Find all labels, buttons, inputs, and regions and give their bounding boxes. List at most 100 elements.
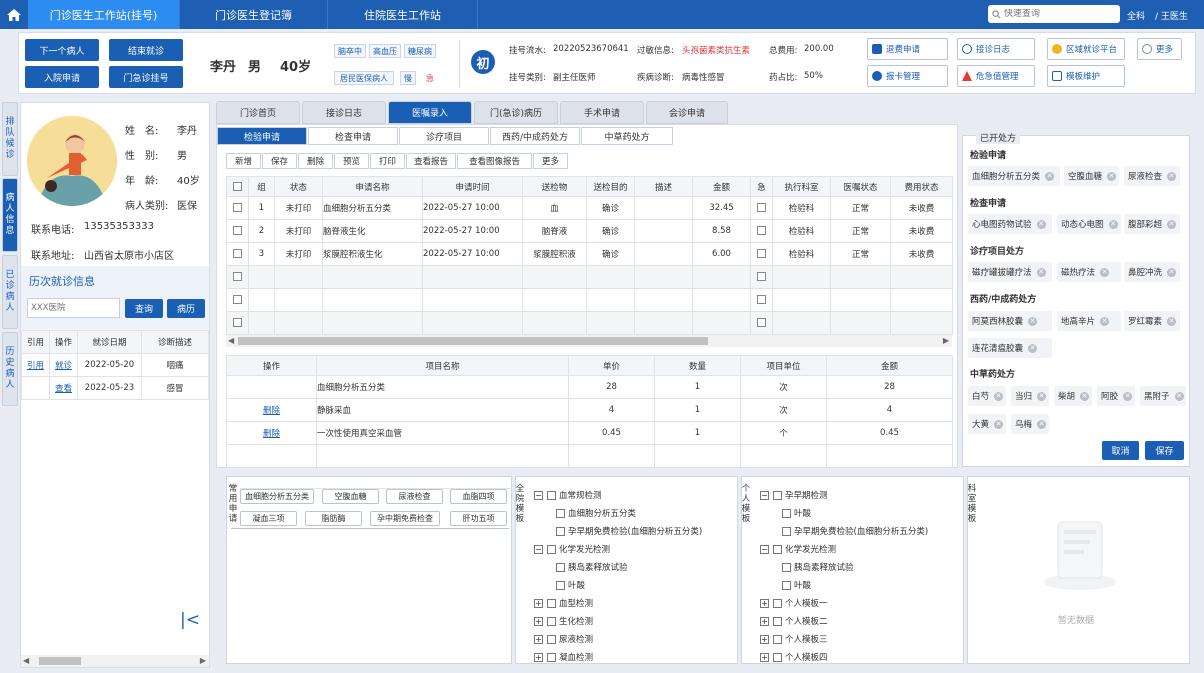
urgent-checkbox[interactable] — [757, 295, 766, 304]
row-checkbox[interactable] — [233, 295, 242, 304]
rx-cancel-button[interactable]: 取消 — [1102, 441, 1139, 460]
sidetab-history-patients[interactable]: 历史病人 — [2, 332, 18, 406]
end-visit-button[interactable]: 结束就诊 — [109, 39, 183, 61]
urgent-checkbox[interactable] — [757, 203, 766, 212]
tree-node[interactable]: − 化学发光检测 — [760, 540, 928, 558]
user-icon[interactable] — [1107, 7, 1119, 24]
order-row[interactable]: 1 未打印 血细胞分析五分类 2022-05-27 10:00 血 确诊 32.… — [226, 196, 953, 220]
remove-icon[interactable]: ✕ — [1100, 267, 1110, 277]
row-checkbox[interactable] — [233, 272, 242, 281]
subtab-herbal-rx[interactable]: 中草药处方 — [581, 127, 673, 145]
tree-node[interactable]: − 孕早期检测 — [760, 486, 928, 504]
tree-node[interactable]: + 血型检测 — [534, 594, 702, 612]
scroll-left-icon[interactable]: ◀ — [228, 336, 234, 345]
tree-checkbox[interactable] — [773, 544, 782, 554]
home-icon[interactable] — [0, 0, 28, 29]
regional-platform-button[interactable]: 区域就诊平台 — [1047, 38, 1125, 60]
common-chip[interactable]: 血细胞分析五分类 — [240, 489, 314, 504]
expand-icon[interactable]: + — [760, 634, 769, 644]
remove-icon[interactable]: ✕ — [1167, 267, 1177, 277]
tree-checkbox[interactable] — [773, 490, 782, 500]
tree-checkbox[interactable] — [547, 490, 556, 500]
tab-outpatient-home[interactable]: 门诊首页 — [216, 101, 300, 124]
common-chip[interactable]: 脂肪酶 — [305, 511, 362, 526]
scroll-left-icon[interactable]: ◀ — [23, 656, 29, 665]
select-all-checkbox[interactable] — [233, 181, 242, 191]
tab-medical-record[interactable]: 门(急诊)病历 — [474, 101, 558, 124]
tree-checkbox[interactable] — [556, 508, 565, 518]
tree-checkbox[interactable] — [773, 652, 782, 662]
tree-checkbox[interactable] — [547, 634, 556, 644]
order-hscrollbar[interactable]: ◀ ▶ — [226, 335, 952, 347]
remove-icon[interactable]: ✕ — [1037, 391, 1047, 401]
rx-chip[interactable]: 磁热疗法 ✕ — [1057, 262, 1121, 282]
common-chip[interactable]: 肝功五项 — [450, 511, 507, 526]
subtab-exam-request[interactable]: 检查申请 — [308, 127, 398, 145]
collapse-icon[interactable]: − — [760, 544, 769, 554]
rx-chip[interactable]: 黑附子 ✕ — [1140, 386, 1186, 406]
rx-chip[interactable]: 尿液检查 ✕ — [1124, 166, 1180, 186]
report-card-button[interactable]: 报卡管理 — [867, 65, 948, 87]
tree-node[interactable]: + 个人模板三 — [760, 630, 928, 648]
remove-icon[interactable]: ✕ — [1174, 391, 1184, 401]
expand-icon[interactable]: + — [760, 652, 769, 662]
tree-node[interactable]: 血细胞分析五分类 — [534, 504, 702, 522]
expand-icon[interactable]: + — [534, 652, 543, 662]
rx-chip[interactable]: 白芍 ✕ — [968, 386, 1006, 406]
urgent-checkbox[interactable] — [757, 318, 766, 327]
add-button[interactable]: 新增 — [226, 153, 261, 169]
common-chip[interactable]: 血脂四项 — [450, 489, 507, 504]
tree-node[interactable]: + 生化检测 — [534, 612, 702, 630]
row-checkbox[interactable] — [233, 226, 242, 235]
tree-node[interactable]: − 血常规检测 — [534, 486, 702, 504]
urgent-checkbox[interactable] — [757, 249, 766, 258]
rx-chip[interactable]: 阿莫西林胶囊 ✕ — [968, 311, 1052, 331]
common-chip[interactable]: 空腹血糖 — [322, 489, 379, 504]
remove-icon[interactable]: ✕ — [1037, 419, 1047, 429]
tree-node[interactable]: 叶酸 — [760, 504, 928, 522]
record-button[interactable]: 病历 — [167, 299, 205, 318]
tree-checkbox[interactable] — [782, 562, 791, 572]
print-button[interactable]: 打印 — [370, 153, 405, 169]
visit-log-button[interactable]: 接诊日志 — [957, 38, 1035, 60]
scroll-right-icon[interactable]: ▶ — [200, 656, 206, 665]
expand-icon[interactable]: + — [534, 616, 543, 626]
common-chip[interactable]: 孕中期免费检查 — [370, 511, 440, 526]
urgent-checkbox[interactable] — [757, 272, 766, 281]
tree-checkbox[interactable] — [773, 634, 782, 644]
remove-icon[interactable]: ✕ — [1108, 219, 1118, 229]
tree-checkbox[interactable] — [547, 652, 556, 662]
sidetab-queue[interactable]: 排队候诊 — [2, 102, 18, 176]
tree-node[interactable]: 叶酸 — [760, 576, 928, 594]
tree-node[interactable]: + 个人模板二 — [760, 612, 928, 630]
collapse-panel-icon[interactable]: |< — [180, 610, 200, 630]
tree-node[interactable]: 胰岛素释放试验 — [534, 558, 702, 576]
tab-surgery-request[interactable]: 手术申请 — [560, 101, 644, 124]
tree-node[interactable]: + 个人模板一 — [760, 594, 928, 612]
hospital-input[interactable] — [27, 298, 120, 318]
admission-request-button[interactable]: 入院申请 — [25, 66, 99, 88]
remove-icon[interactable]: ✕ — [994, 391, 1004, 401]
order-empty-row[interactable] — [226, 311, 953, 335]
next-patient-button[interactable]: 下一个病人 — [25, 39, 99, 61]
remove-icon[interactable]: ✕ — [1045, 171, 1055, 181]
quick-search[interactable] — [988, 5, 1120, 23]
remove-icon[interactable]: ✕ — [1028, 343, 1038, 353]
row-checkbox[interactable] — [233, 203, 242, 212]
tree-checkbox[interactable] — [782, 580, 791, 590]
urgent-checkbox[interactable] — [757, 226, 766, 235]
critical-value-button[interactable]: 危急值管理 — [957, 65, 1035, 87]
remove-icon[interactable]: ✕ — [1167, 316, 1177, 326]
row-checkbox[interactable] — [233, 249, 242, 258]
subtab-lab-request[interactable]: 检验申请 — [217, 127, 307, 145]
tab-consult-request[interactable]: 会诊申请 — [646, 101, 728, 124]
collapse-icon[interactable]: − — [534, 544, 543, 554]
rx-chip[interactable]: 磁疗罐拔罐疗法 ✕ — [968, 262, 1052, 282]
scroll-thumb[interactable] — [238, 337, 708, 345]
order-empty-row[interactable] — [226, 265, 953, 289]
collapse-icon[interactable]: − — [760, 490, 769, 500]
tree-checkbox[interactable] — [547, 616, 556, 626]
rx-chip[interactable]: 地高辛片 ✕ — [1057, 311, 1121, 331]
rx-chip[interactable]: 连花清瘟胶囊 ✕ — [968, 338, 1052, 358]
user-dept[interactable]: 全科 — [1127, 9, 1145, 22]
